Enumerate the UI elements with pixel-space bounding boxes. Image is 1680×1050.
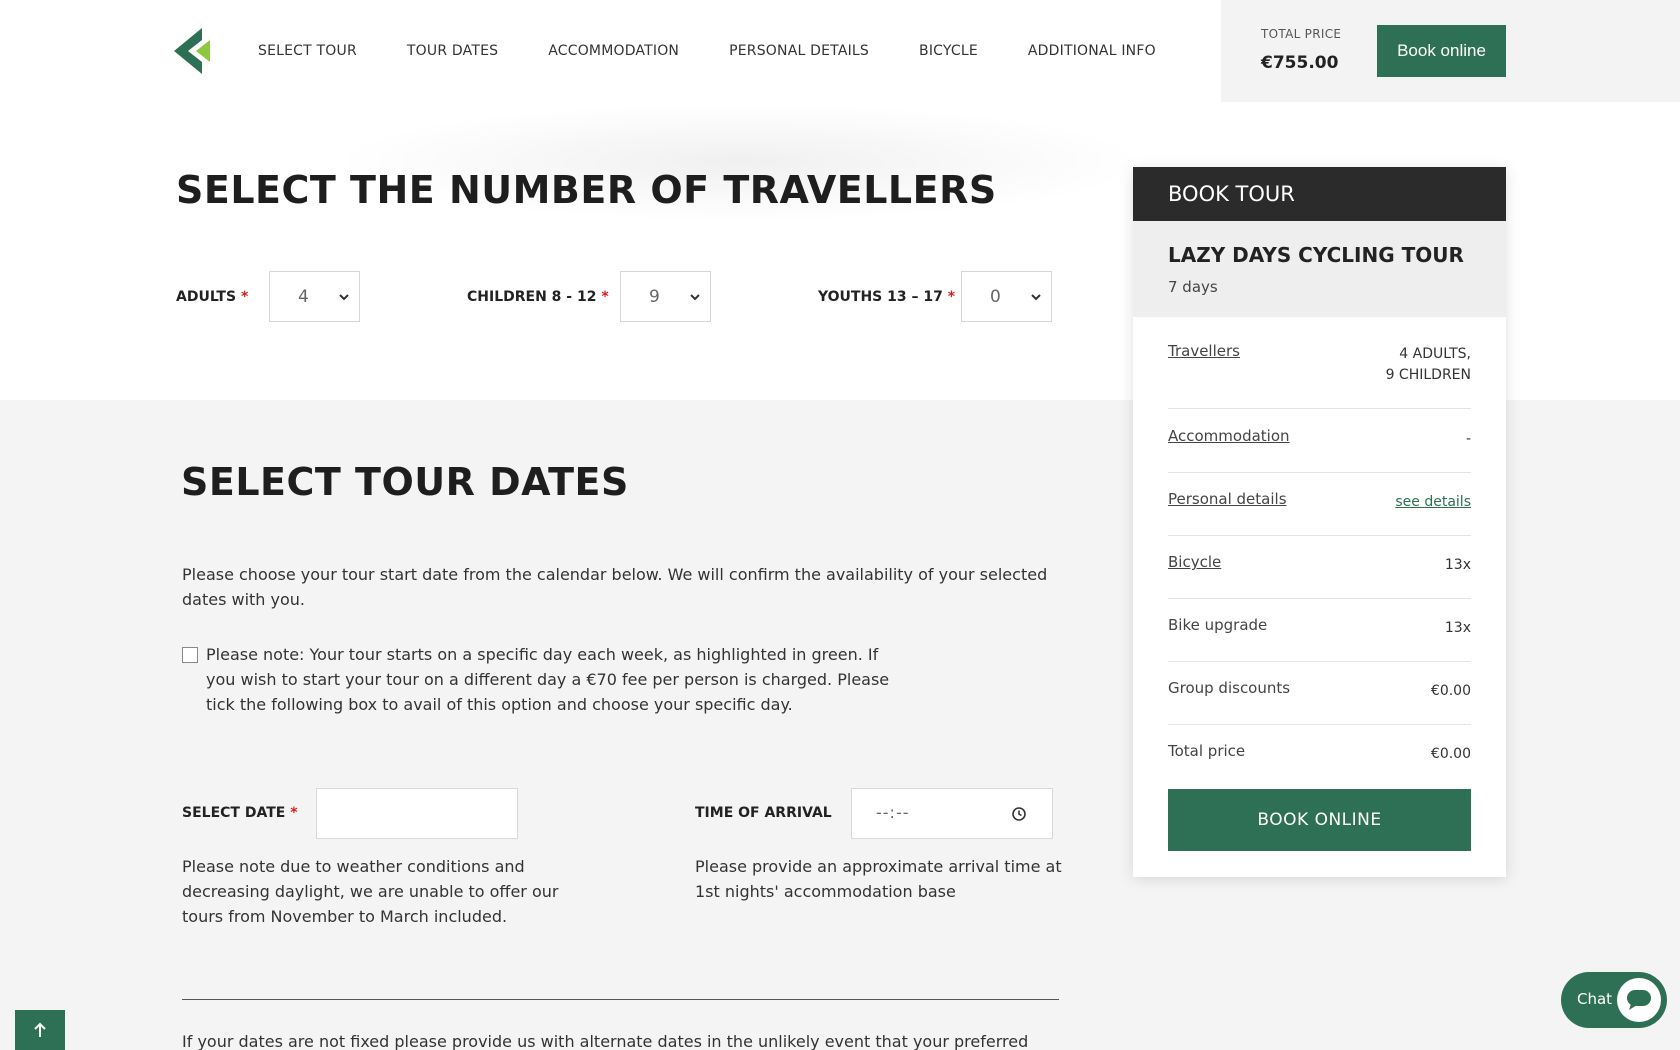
total-price-row-value: €0.00 — [1430, 746, 1471, 762]
group-discounts-label: Group discounts — [1168, 679, 1291, 697]
required-mark: * — [601, 289, 609, 305]
personal-details-link[interactable]: Personal details — [1168, 490, 1287, 508]
bicycle-link[interactable]: Bicycle — [1168, 553, 1221, 571]
bike-upgrade-label: Bike upgrade — [1168, 616, 1268, 634]
bicycle-value: 13x — [1444, 557, 1471, 573]
adults-select[interactable]: 4 — [269, 271, 360, 322]
select-date-label: SELECT DATE * — [182, 805, 298, 821]
required-mark: * — [240, 289, 249, 305]
youths-label-text: YOUTHS 13 – 17 — [818, 289, 943, 305]
logo-icon[interactable] — [174, 28, 210, 74]
time-of-arrival-label: TIME OF ARRIVAL — [695, 805, 832, 821]
youths-label: YOUTHS 13 – 17 * — [818, 289, 955, 305]
chevron-down-icon — [690, 294, 700, 301]
chat-button[interactable]: Chat — [1561, 972, 1667, 1028]
children-select-value: 9 — [649, 286, 660, 307]
nav-personal-details[interactable]: PERSONAL DETAILS — [729, 43, 869, 59]
tour-duration: 7 days — [1168, 278, 1218, 296]
different-day-note: Please note: Your tour starts on a speci… — [206, 645, 890, 714]
travellers-title: SELECT THE NUMBER OF TRAVELLERS — [176, 168, 997, 212]
children-label-text: CHILDREN 8 - 12 — [467, 289, 597, 305]
tour-dates-title: SELECT TOUR DATES — [181, 460, 629, 504]
tour-name: LAZY DAYS CYCLING TOUR — [1168, 243, 1464, 267]
site-header: SELECT TOUR TOUR DATES ACCOMMODATION PER… — [0, 0, 1680, 102]
arrow-up-icon — [34, 1022, 46, 1037]
summary-row-group-discounts: Group discounts €0.00 — [1168, 679, 1471, 725]
youths-select[interactable]: 0 — [961, 271, 1052, 322]
accommodation-value: - — [1465, 431, 1471, 447]
adults-label-text: ADULTS — [176, 289, 237, 305]
nav-additional-info[interactable]: ADDITIONAL INFO — [1028, 43, 1156, 59]
travellers-value-adults: 4 ADULTS, — [1399, 346, 1471, 362]
travellers-value-children: 9 CHILDREN — [1385, 367, 1471, 383]
clock-icon[interactable] — [1011, 806, 1027, 822]
time-note: Please provide an approximate arrival ti… — [695, 857, 1062, 901]
chat-label: Chat — [1577, 990, 1613, 1008]
tour-dates-intro: Please choose your tour start date from … — [182, 565, 1048, 609]
header-price-panel: TOTAL PRICE €755.00 Book online — [1221, 0, 1680, 102]
book-online-header-button[interactable]: Book online — [1377, 25, 1506, 77]
travellers-link[interactable]: Travellers — [1168, 342, 1240, 360]
adults-select-value: 4 — [298, 286, 309, 307]
back-to-top-button[interactable] — [15, 1010, 65, 1050]
book-online-card-button[interactable]: BOOK ONLINE — [1168, 789, 1471, 851]
book-tour-card: BOOK TOUR LAZY DAYS CYCLING TOUR 7 days … — [1133, 167, 1506, 877]
group-discounts-value: €0.00 — [1430, 683, 1471, 699]
section-divider — [182, 999, 1059, 1000]
summary-row-total-price: Total price €0.00 — [1168, 742, 1471, 772]
nav-accommodation[interactable]: ACCOMMODATION — [548, 43, 679, 59]
time-placeholder: --:-- — [876, 803, 910, 822]
youths-select-value: 0 — [990, 286, 1001, 307]
accommodation-link[interactable]: Accommodation — [1168, 427, 1290, 445]
select-date-input[interactable] — [316, 788, 518, 839]
summary-row-accommodation: Accommodation - — [1168, 427, 1471, 473]
time-of-arrival-input[interactable]: --:-- — [851, 788, 1053, 839]
total-price-label: TOTAL PRICE — [1261, 27, 1342, 41]
nav-bicycle[interactable]: BICYCLE — [919, 43, 978, 59]
summary-row-travellers: Travellers 4 ADULTS, 9 CHILDREN — [1168, 342, 1471, 409]
alternate-dates-text: If your dates are not fixed please provi… — [182, 1032, 1029, 1050]
required-mark: * — [947, 289, 956, 305]
summary-row-personal-details: Personal details see details — [1168, 490, 1471, 536]
bike-upgrade-value: 13x — [1444, 620, 1471, 636]
summary-row-bike-upgrade: Bike upgrade 13x — [1168, 616, 1471, 662]
main-nav: SELECT TOUR TOUR DATES ACCOMMODATION PER… — [258, 0, 1206, 102]
required-mark: * — [290, 805, 298, 821]
total-price-value: €755.00 — [1261, 53, 1339, 73]
nav-select-tour[interactable]: SELECT TOUR — [258, 43, 357, 59]
chevron-down-icon — [339, 294, 349, 301]
summary-row-bicycle: Bicycle 13x — [1168, 553, 1471, 599]
tour-summary: LAZY DAYS CYCLING TOUR 7 days — [1133, 221, 1506, 317]
date-note: Please note due to weather conditions an… — [182, 857, 559, 926]
travellers-value: 4 ADULTS, 9 CHILDREN — [1386, 344, 1471, 386]
chevron-down-icon — [1031, 294, 1041, 301]
different-day-checkbox[interactable] — [182, 647, 198, 663]
select-date-label-text: SELECT DATE — [182, 805, 286, 821]
children-label: CHILDREN 8 - 12 * — [467, 289, 609, 305]
total-price-row-label: Total price — [1168, 742, 1246, 760]
nav-tour-dates[interactable]: TOUR DATES — [407, 43, 498, 59]
adults-label: ADULTS * — [176, 289, 248, 305]
see-details-link[interactable]: see details — [1395, 492, 1471, 513]
chat-bubble-icon — [1617, 978, 1661, 1022]
book-tour-header: BOOK TOUR — [1133, 167, 1506, 221]
children-select[interactable]: 9 — [620, 271, 711, 322]
